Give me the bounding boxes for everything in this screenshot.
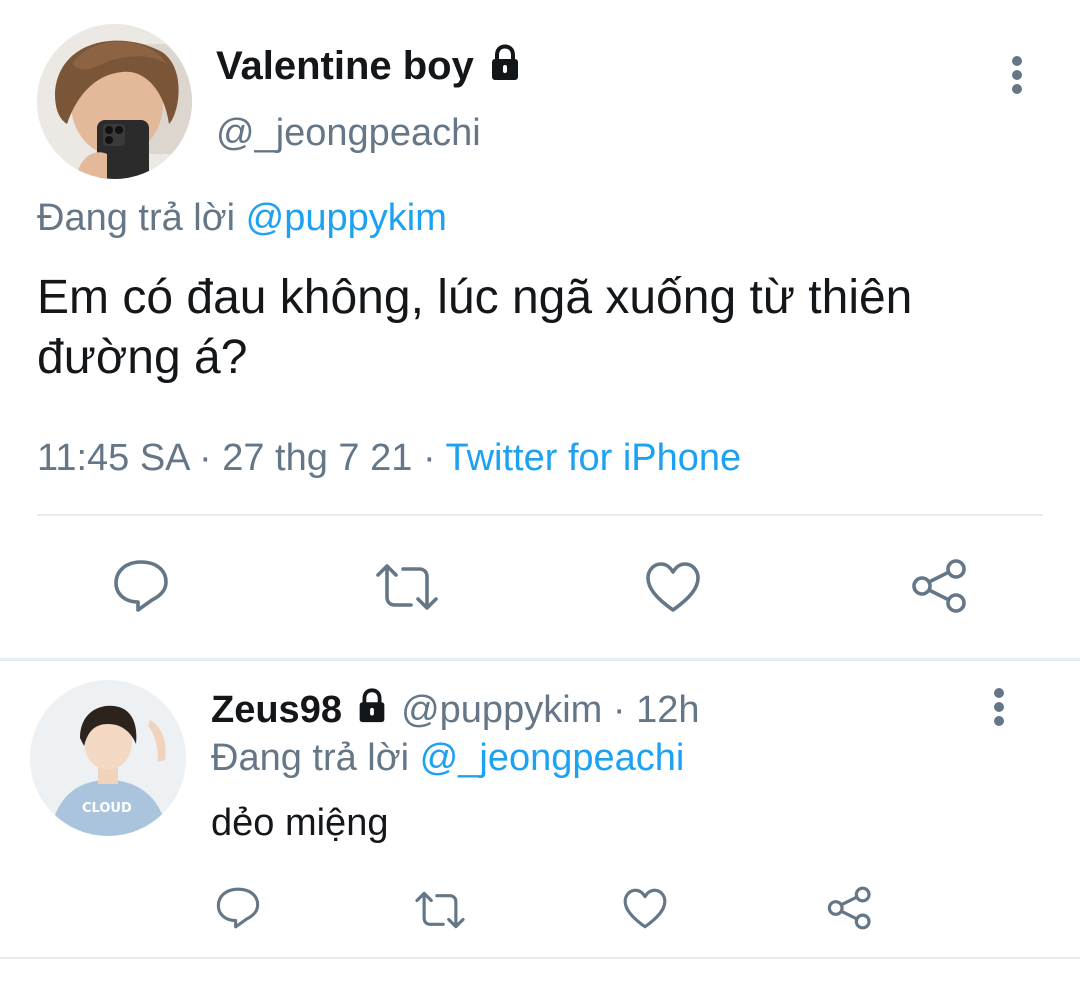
lock-icon xyxy=(485,43,525,94)
avatar-photo-icon: CLOUD xyxy=(30,680,186,836)
display-name-text: Valentine boy xyxy=(216,44,474,88)
reply-button[interactable] xyxy=(215,886,261,935)
avatar[interactable] xyxy=(37,24,192,179)
lock-icon xyxy=(353,687,391,736)
heart-icon xyxy=(646,562,700,612)
like-button[interactable] xyxy=(622,887,668,935)
replying-to-prefix: Đang trả lời xyxy=(211,737,420,779)
retweet-icon xyxy=(376,564,438,610)
thread-divider xyxy=(0,658,1080,661)
divider xyxy=(37,514,1043,516)
share-icon xyxy=(827,886,871,930)
user-handle[interactable]: @puppykim xyxy=(401,689,602,731)
main-tweet: Valentine boy @_jeongpeachi Đang trả lời… xyxy=(0,0,1080,660)
tweet-date[interactable]: 27 thg 7 21 xyxy=(222,437,412,479)
tweet-source-link[interactable]: Twitter for iPhone xyxy=(445,437,741,479)
share-icon xyxy=(912,559,966,613)
avatar[interactable]: CLOUD xyxy=(30,680,186,836)
replying-to-mention[interactable]: @puppykim xyxy=(246,197,447,239)
reply-icon xyxy=(114,560,168,612)
more-vertical-icon xyxy=(994,688,1004,726)
tweet-text: dẻo miệng xyxy=(211,802,389,844)
retweet-button[interactable] xyxy=(413,889,467,936)
tweet-time[interactable]: 11:45 SA xyxy=(37,437,188,479)
user-handle[interactable]: @_jeongpeachi xyxy=(216,110,481,156)
avatar-photo-icon xyxy=(37,24,192,179)
replying-to: Đang trả lời @puppykim xyxy=(37,195,447,241)
separator: · xyxy=(188,437,223,479)
tweet-text: Em có đau không, lúc ngã xuống từ thiên … xyxy=(37,271,913,384)
retweet-icon xyxy=(415,891,465,929)
more-options-button[interactable] xyxy=(1002,55,1032,97)
more-vertical-icon xyxy=(1012,56,1022,94)
retweet-button[interactable] xyxy=(373,561,441,618)
separator: · xyxy=(412,437,446,479)
display-name[interactable]: Zeus98 xyxy=(211,689,342,731)
heart-icon xyxy=(623,888,667,929)
reply-header: Zeus98 @puppykim · 12h xyxy=(211,687,700,736)
separator: · xyxy=(602,689,637,731)
reply-icon xyxy=(216,887,260,929)
replying-to-mention[interactable]: @_jeongpeachi xyxy=(420,737,685,779)
share-button[interactable] xyxy=(910,557,970,620)
reply-button[interactable] xyxy=(112,558,170,619)
replying-to: Đang trả lời @_jeongpeachi xyxy=(211,735,684,781)
replying-to-prefix: Đang trả lời xyxy=(37,197,246,239)
more-options-button[interactable] xyxy=(984,687,1014,729)
svg-text:CLOUD: CLOUD xyxy=(82,801,132,816)
tweet-timestamp: 11:45 SA · 27 thg 7 21 · Twitter for iPh… xyxy=(37,435,741,481)
display-name[interactable]: Valentine boy xyxy=(216,42,525,94)
share-button[interactable] xyxy=(826,885,874,936)
like-button[interactable] xyxy=(644,560,702,619)
tweet-time-ago[interactable]: 12h xyxy=(636,689,699,731)
divider xyxy=(0,957,1080,959)
